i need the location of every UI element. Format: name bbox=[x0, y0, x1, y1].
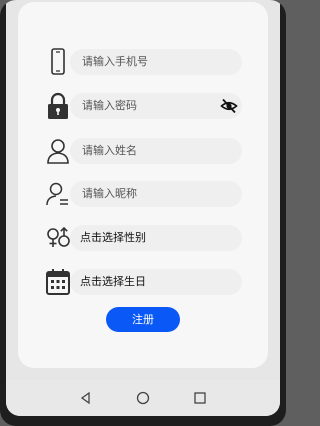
person-icon bbox=[44, 136, 72, 166]
birthday-row: 点击选择生日 bbox=[18, 267, 268, 297]
register-card: 请输入手机号 请输入密码 请输入姓名 请输入昵称 点击选择性别 点击选择生日 注… bbox=[18, 2, 268, 368]
phone-frame: 请输入手机号 请输入密码 请输入姓名 请输入昵称 点击选择性别 点击选择生日 注… bbox=[0, 0, 286, 426]
password-row: 请输入密码 bbox=[18, 91, 268, 121]
calendar-icon bbox=[44, 267, 72, 297]
birthday-picker[interactable]: 点击选择生日 bbox=[70, 269, 242, 295]
nickname-row: 请输入昵称 bbox=[18, 179, 268, 209]
phone-input[interactable]: 请输入手机号 bbox=[70, 49, 242, 75]
home-circle-icon[interactable] bbox=[135, 390, 151, 406]
gender-picker[interactable]: 点击选择性别 bbox=[70, 225, 242, 251]
gender-row: 点击选择性别 bbox=[18, 223, 268, 253]
gender-icon bbox=[44, 223, 72, 253]
back-triangle-icon[interactable] bbox=[78, 390, 94, 406]
phone-row: 请输入手机号 bbox=[18, 47, 268, 77]
system-navigation-bar bbox=[6, 380, 280, 416]
name-row: 请输入姓名 bbox=[18, 136, 268, 166]
register-button[interactable]: 注册 bbox=[106, 307, 180, 332]
name-input[interactable]: 请输入姓名 bbox=[70, 138, 242, 164]
nickname-input[interactable]: 请输入昵称 bbox=[70, 181, 242, 207]
lock-icon bbox=[44, 91, 72, 121]
person-nickname-icon bbox=[44, 179, 72, 209]
recents-square-icon[interactable] bbox=[192, 390, 208, 406]
phone-icon bbox=[44, 47, 72, 77]
screen: 请输入手机号 请输入密码 请输入姓名 请输入昵称 点击选择性别 点击选择生日 注… bbox=[6, 0, 280, 416]
eye-off-icon[interactable] bbox=[220, 97, 238, 115]
password-input[interactable]: 请输入密码 bbox=[70, 93, 242, 119]
